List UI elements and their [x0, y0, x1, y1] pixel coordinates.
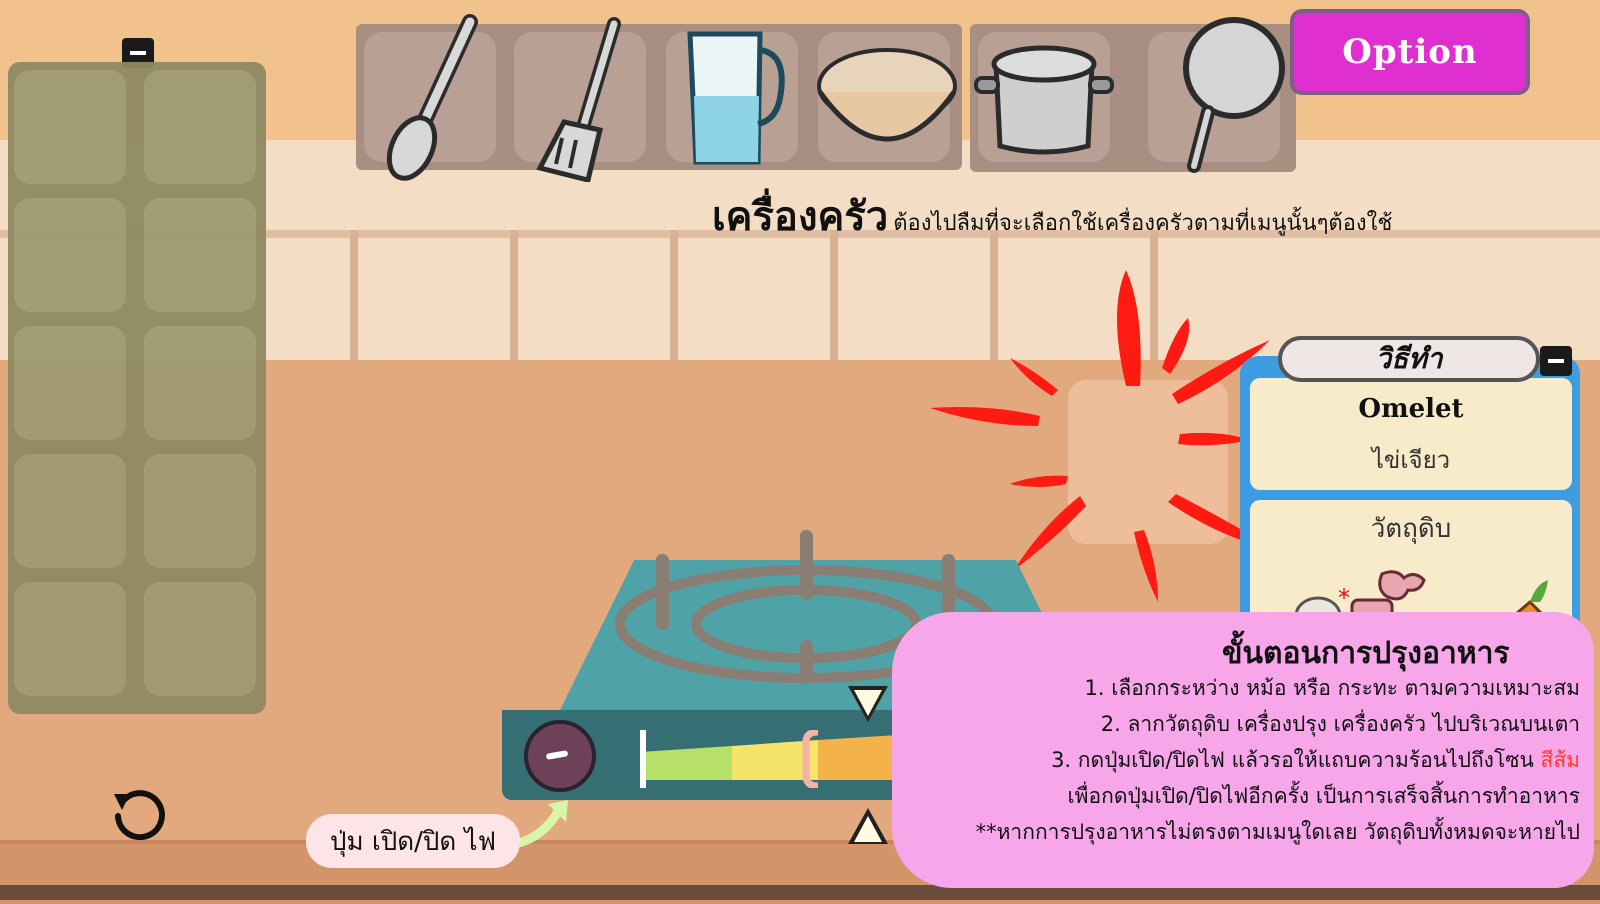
instructions-title: ขั้นตอนการปรุงอาหาร — [1222, 636, 1510, 671]
pot-icon[interactable] — [974, 34, 1114, 160]
inventory-slot[interactable] — [14, 582, 126, 696]
instruction-line: 2. ลากวัตถุดิบ เครื่องปรุง เครื่องครัว ไ… — [1100, 712, 1580, 736]
frying-pan-icon[interactable] — [1166, 16, 1286, 176]
heat-indicator — [640, 730, 646, 788]
option-button-label: Option — [1342, 32, 1478, 72]
caption-title: เครื่องครัว — [712, 194, 889, 240]
caption-text: ต้องไปลืมที่จะเลือกใช้เครื่องครัวตามที่เ… — [893, 211, 1393, 236]
tile-divider — [350, 230, 358, 360]
instruction-line: 3. กดปุ่มเปิด/ปิดไฟ แล้วรอให้แถบความร้อน… — [1051, 744, 1580, 777]
spatula-icon[interactable] — [528, 14, 638, 182]
inventory-slot[interactable] — [144, 582, 256, 696]
knob-label: ปุ่ม เปิด/ปิด ไฟ — [306, 814, 520, 868]
inventory-slot[interactable] — [14, 198, 126, 312]
utensil-caption: เครื่องครัว ต้องไปลืมที่จะเลือกใช้เครื่อ… — [712, 184, 1592, 240]
recipe-tab: วิธีทำ — [1278, 336, 1540, 382]
cooking-instructions: ขั้นตอนการปรุงอาหาร 1. เลือกกระหว่าง หม้… — [892, 612, 1594, 888]
inventory-slot[interactable] — [144, 326, 256, 440]
tile-divider — [830, 230, 838, 360]
orange-zone-highlight: สีส้ม — [1540, 748, 1580, 772]
recipe-minimize-button[interactable] — [1540, 346, 1572, 376]
inventory-slot[interactable] — [144, 198, 256, 312]
inventory-slot[interactable] — [14, 70, 126, 184]
inventory-slot[interactable] — [14, 326, 126, 440]
ingredients-label: วัตถุดิบ — [1370, 514, 1452, 544]
dish-name-en: Omelet — [1358, 394, 1464, 424]
reset-icon[interactable] — [110, 784, 168, 842]
instruction-note: **หากการปรุงอาหารไม่ตรงตามเมนูใดเลย วัตถ… — [975, 820, 1580, 844]
instruction-line-text: 3. กดปุ่มเปิด/ปิดไฟ แล้วรอให้แถบความร้อน… — [1051, 748, 1534, 772]
dish-name-th: ไข่เจียว — [1371, 446, 1451, 474]
spoon-icon[interactable] — [378, 10, 488, 182]
tile-divider — [670, 230, 678, 360]
target-arrow-down-fill — [854, 690, 882, 716]
option-button[interactable]: Option — [1290, 9, 1530, 95]
tile-divider — [510, 230, 518, 360]
target-arrow-up-fill — [854, 816, 882, 842]
inventory-slot[interactable] — [14, 454, 126, 568]
inventory-slot[interactable] — [144, 70, 256, 184]
ingredient-marker-icon: * — [1338, 584, 1350, 612]
rice-bowl-icon[interactable] — [812, 36, 962, 156]
carrot-leaf-icon — [1530, 580, 1548, 602]
water-pitcher-icon[interactable] — [680, 24, 792, 170]
instruction-line: 1. เลือกกระหว่าง หม้อ หรือ กระทะ ตามความ… — [1084, 676, 1580, 700]
inventory-panel — [8, 62, 266, 714]
stove-knob[interactable] — [524, 720, 596, 792]
inventory-slot[interactable] — [144, 454, 256, 568]
instruction-line: เพื่อกดปุ่มเปิด/ปิดไฟอีกครั้ง เป็นการเสร… — [1067, 784, 1580, 808]
heat-zone-green — [640, 746, 732, 780]
minced-meat-icon — [1378, 570, 1426, 601]
